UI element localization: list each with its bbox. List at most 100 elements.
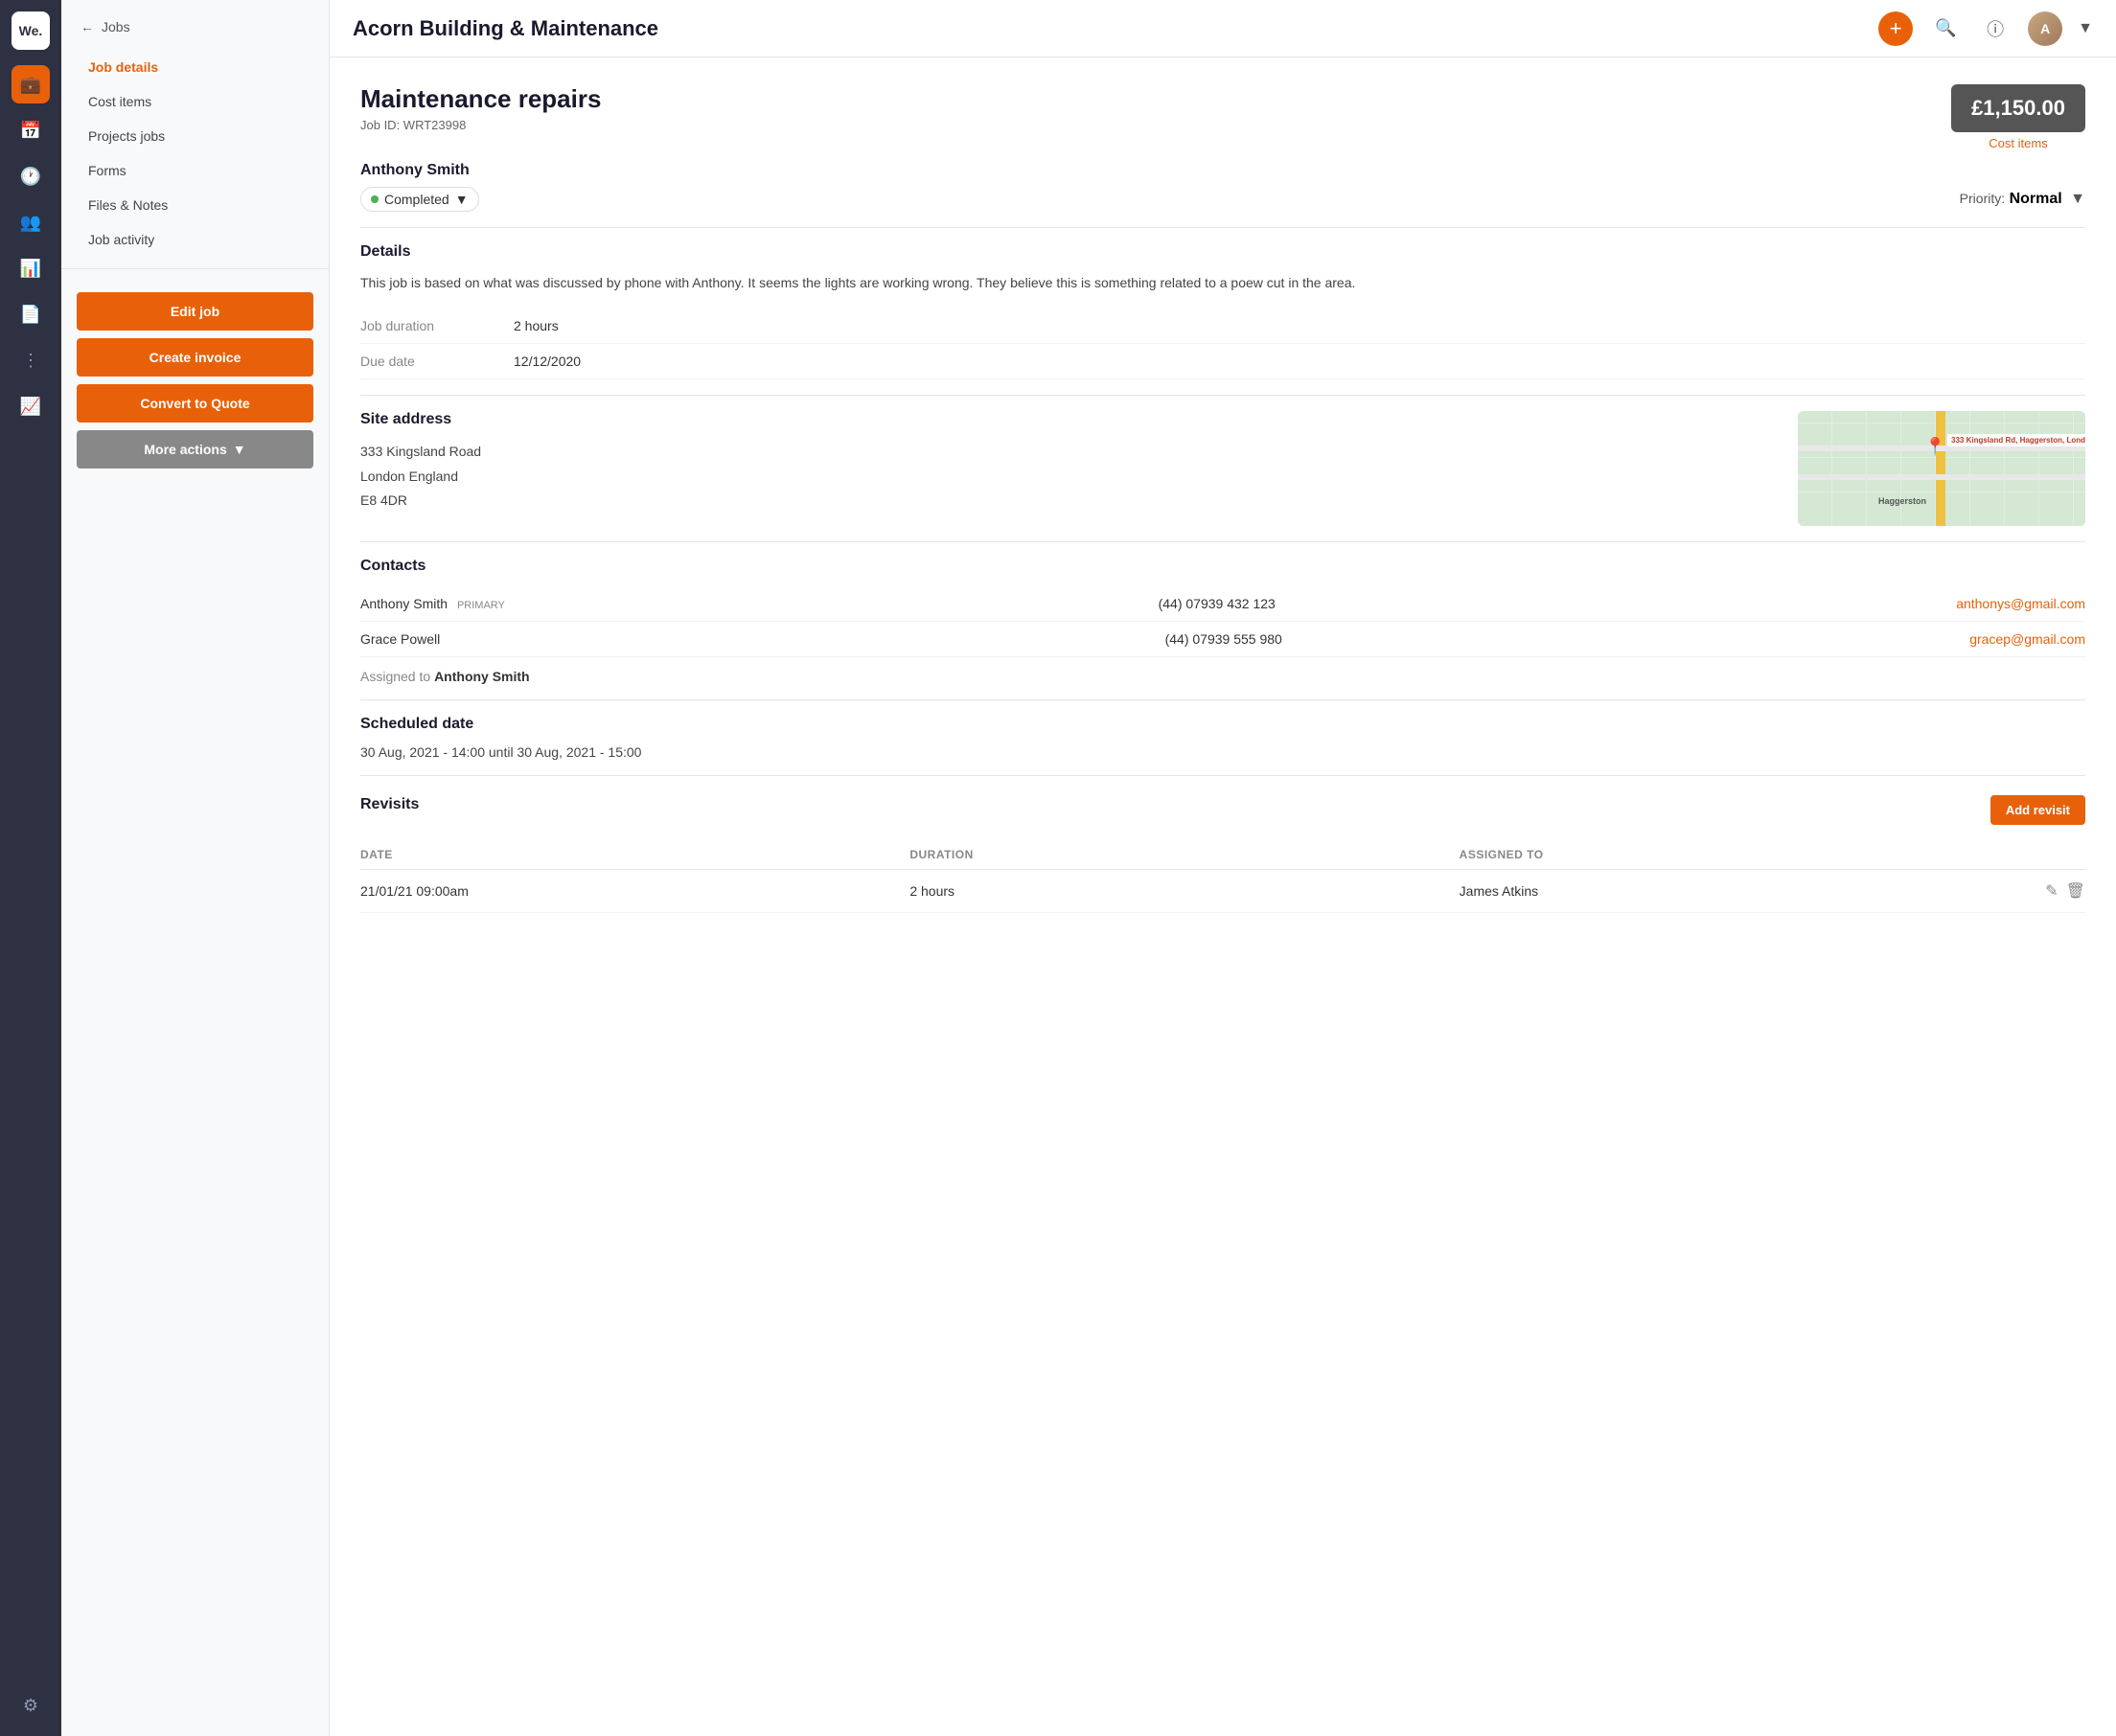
revisits-table-header: DATE DURATION ASSIGNED TO (360, 840, 2085, 870)
nav-icon-chart[interactable]: 📈 (12, 387, 50, 425)
create-invoice-button[interactable]: Create invoice (77, 338, 313, 377)
sidebar-item-forms[interactable]: Forms (69, 153, 321, 188)
edit-job-button[interactable]: Edit job (77, 292, 313, 331)
divider-4 (360, 699, 2085, 700)
nav-icon-reports[interactable]: 📊 (12, 249, 50, 287)
sidebar-item-job-details[interactable]: Job details (69, 50, 321, 84)
revisits-header: Revisits Add revisit (360, 795, 2085, 825)
search-icon: 🔍 (1935, 18, 1956, 38)
scheduled-section: Scheduled date 30 Aug, 2021 - 14:00 unti… (360, 716, 2085, 760)
contacts-section: Contacts Anthony Smith PRIMARY (44) 0793… (360, 558, 2085, 657)
sidebar-item-job-activity[interactable]: Job activity (69, 222, 321, 257)
due-date-value: 12/12/2020 (514, 354, 581, 369)
status-badge[interactable]: Completed ▼ (360, 187, 479, 212)
cost-items-link[interactable]: Cost items (1951, 136, 2085, 150)
col-actions (2009, 848, 2085, 861)
sidebar-item-files-notes[interactable]: Files & Notes (69, 188, 321, 222)
job-id: Job ID: WRT23998 (360, 118, 601, 132)
map-pin-icon: 📍 (1924, 437, 1945, 457)
map-town-label: Haggerston (1878, 496, 1926, 506)
assigned-row: Assigned to Anthony Smith (360, 669, 2085, 684)
nav-icon-calendar[interactable]: 📅 (12, 111, 50, 149)
revisit-assigned-to: James Atkins (1460, 883, 2009, 899)
content-area: Maintenance repairs Job ID: WRT23998 £1,… (330, 57, 2116, 1736)
assignee-name: Anthony Smith (360, 162, 2085, 179)
map-pin-label: 333 Kingsland Rd, Haggerston, London.... (1947, 434, 2085, 446)
map-placeholder: 📍 333 Kingsland Rd, Haggerston, London..… (1798, 411, 2085, 526)
convert-to-quote-button[interactable]: Convert to Quote (77, 384, 313, 423)
revisits-title: Revisits (360, 796, 419, 813)
priority-area: Priority: Normal ▼ (1960, 191, 2085, 208)
status-chevron-icon: ▼ (455, 192, 469, 207)
map-road-h2 (1798, 474, 2085, 480)
divider-2 (360, 395, 2085, 396)
delete-icon[interactable]: 🗑 (2066, 881, 2085, 901)
detail-row-due-date: Due date 12/12/2020 (360, 344, 2085, 379)
header-actions: + 🔍 ⓘ A ▼ (1878, 11, 2093, 46)
sidebar-item-projects-jobs[interactable]: Projects jobs (69, 119, 321, 153)
revisit-duration: 2 hours (909, 883, 1459, 899)
chevron-down-icon: ▼ (233, 442, 246, 457)
priority-value: Normal (2010, 191, 2062, 207)
address-line1: 333 Kingsland Road (360, 444, 481, 459)
duration-label: Job duration (360, 318, 514, 333)
revisit-actions: ✎ 🗑 (2009, 881, 2085, 901)
nav-icon-clock[interactable]: 🕐 (12, 157, 50, 195)
map-container[interactable]: 📍 333 Kingsland Rd, Haggerston, London..… (1798, 411, 2085, 526)
duration-value: 2 hours (514, 318, 559, 333)
contact-email-anthony[interactable]: anthonys@gmail.com (1956, 596, 2085, 611)
job-title: Maintenance repairs (360, 84, 601, 114)
nav-icon-documents[interactable]: 📄 (12, 295, 50, 333)
site-address-section: Site address 333 Kingsland Road London E… (360, 411, 2085, 526)
contact-phone-anthony: (44) 07939 432 123 (1159, 596, 1957, 611)
details-section: Details This job is based on what was di… (360, 243, 2085, 379)
chevron-down-icon[interactable]: ▼ (2078, 20, 2093, 37)
assigned-label: Assigned to (360, 669, 434, 684)
status-label: Completed (384, 192, 449, 207)
sidebar-divider (61, 268, 329, 269)
back-to-jobs[interactable]: ← Jobs (61, 19, 329, 50)
top-header: Acorn Building & Maintenance + 🔍 ⓘ A ▼ (330, 0, 2116, 57)
nav-icon-settings[interactable]: ⚙ (12, 1686, 50, 1725)
more-actions-label: More actions (144, 442, 226, 457)
sidebar-actions: Edit job Create invoice Convert to Quote… (61, 281, 329, 480)
contact-phone-grace: (44) 07939 555 980 (1165, 631, 1970, 647)
address-text: 333 Kingsland Road London England E8 4DR (360, 440, 1767, 513)
details-title: Details (360, 243, 2085, 261)
site-info: Site address 333 Kingsland Road London E… (360, 411, 1767, 526)
status-row: Completed ▼ Priority: Normal ▼ (360, 187, 2085, 212)
col-assigned-to: ASSIGNED TO (1460, 848, 2009, 861)
avatar[interactable]: A (2028, 11, 2062, 46)
col-date: DATE (360, 848, 909, 861)
priority-label: Priority: (1960, 191, 2005, 206)
status-dot (371, 195, 379, 203)
icon-nav: We. 💼 📅 🕐 👥 📊 📄 ⋮ 📈 ⚙ (0, 0, 61, 1736)
sidebar-item-cost-items[interactable]: Cost items (69, 84, 321, 119)
scheduled-date: 30 Aug, 2021 - 14:00 until 30 Aug, 2021 … (360, 744, 2085, 760)
add-button[interactable]: + (1878, 11, 1913, 46)
edit-icon[interactable]: ✎ (2045, 881, 2058, 901)
nav-icon-users[interactable]: 👥 (12, 203, 50, 241)
sidebar: ← Jobs Job details Cost items Projects j… (61, 0, 330, 1736)
add-revisit-button[interactable]: Add revisit (1990, 795, 2085, 825)
nav-icon-briefcase[interactable]: 💼 (12, 65, 50, 103)
priority-chevron-icon[interactable]: ▼ (2070, 191, 2085, 207)
revisit-row-0: 21/01/21 09:00am 2 hours James Atkins ✎ … (360, 870, 2085, 913)
more-actions-button[interactable]: More actions ▼ (77, 430, 313, 468)
contact-row-anthony: Anthony Smith PRIMARY (44) 07939 432 123… (360, 586, 2085, 622)
cost-box: £1,150.00 (1951, 84, 2085, 132)
search-button[interactable]: 🔍 (1928, 11, 1963, 46)
contact-email-grace[interactable]: gracep@gmail.com (1969, 631, 2085, 647)
job-title-area: Maintenance repairs Job ID: WRT23998 (360, 84, 601, 132)
details-description: This job is based on what was discussed … (360, 272, 2085, 293)
scheduled-title: Scheduled date (360, 716, 2085, 733)
map-road-vertical (1936, 411, 1945, 526)
app-logo: We. (12, 11, 50, 50)
divider-5 (360, 775, 2085, 776)
help-button[interactable]: ⓘ (1978, 11, 2012, 46)
contacts-title: Contacts (360, 558, 2085, 575)
cost-amount: £1,150.00 (1970, 96, 2066, 121)
back-label: Jobs (102, 19, 130, 34)
job-header: Maintenance repairs Job ID: WRT23998 £1,… (360, 84, 2085, 150)
nav-icon-grid[interactable]: ⋮ (12, 341, 50, 379)
